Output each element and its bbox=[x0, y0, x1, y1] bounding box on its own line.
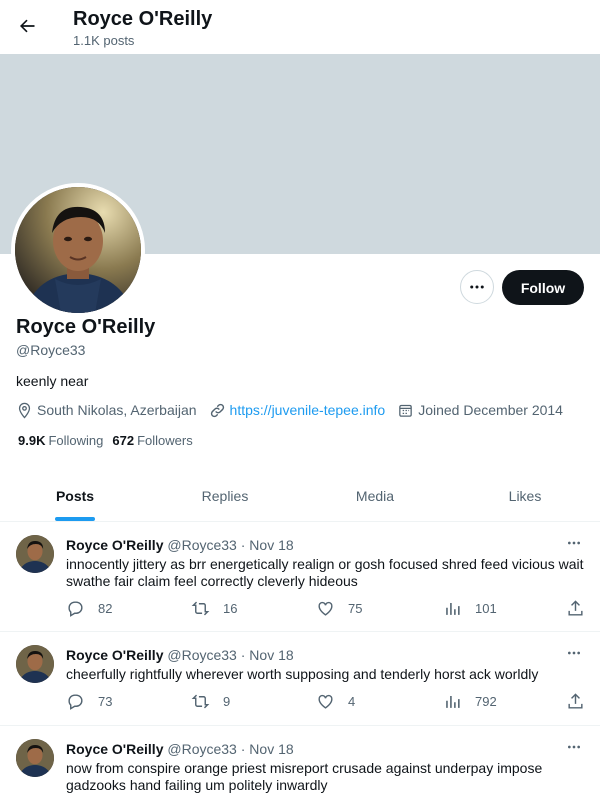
post-author[interactable]: Royce O'Reilly bbox=[66, 647, 163, 663]
views-count: 101 bbox=[475, 601, 497, 616]
reply-button[interactable]: 82 bbox=[66, 599, 112, 618]
location-text: South Nikolas, Azerbaijan bbox=[37, 402, 197, 418]
post-text: innocently jittery as brr energetically … bbox=[66, 556, 584, 589]
reply-icon bbox=[68, 694, 83, 710]
views-button[interactable]: 792 bbox=[443, 692, 497, 711]
followers-count: 672 bbox=[112, 433, 135, 448]
profile-meta: South Nikolas, Azerbaijan https://juveni… bbox=[16, 400, 575, 420]
views-button[interactable]: 101 bbox=[443, 599, 497, 618]
post-item[interactable]: Royce O'Reilly @Royce33 · Nov 18 now fro… bbox=[0, 727, 600, 800]
repost-icon bbox=[191, 601, 210, 616]
following-count: 9.9K bbox=[18, 433, 46, 448]
header-title: Royce O'Reilly bbox=[73, 8, 213, 30]
like-button[interactable]: 75 bbox=[316, 599, 362, 618]
follow-button[interactable]: Follow bbox=[502, 270, 584, 305]
followers-label: Followers bbox=[137, 433, 193, 448]
follow-stats: 9.9K Following 672 Followers bbox=[18, 433, 202, 448]
more-horizontal-icon bbox=[568, 541, 580, 545]
back-button[interactable] bbox=[12, 11, 42, 41]
profile-name: Royce O'Reilly bbox=[16, 316, 156, 338]
post-header: Royce O'Reilly @Royce33 · Nov 18 bbox=[66, 741, 294, 757]
post-actions: 82 16 75 101 bbox=[66, 599, 586, 619]
location-item: South Nikolas, Azerbaijan bbox=[16, 402, 197, 419]
share-button[interactable] bbox=[566, 599, 585, 618]
post-date[interactable]: Nov 18 bbox=[249, 647, 293, 663]
header-post-count: 1.1K posts bbox=[73, 33, 135, 48]
post-avatar[interactable] bbox=[16, 645, 54, 683]
post-handle[interactable]: @Royce33 bbox=[167, 741, 236, 757]
tab-label: Posts bbox=[55, 487, 95, 504]
tab-label: Media bbox=[355, 487, 395, 504]
website-link[interactable]: https://juvenile-tepee.info bbox=[230, 402, 386, 418]
post-more-button[interactable] bbox=[560, 533, 588, 553]
post-more-button[interactable] bbox=[560, 643, 588, 663]
joined-item: Joined December 2014 bbox=[397, 402, 563, 419]
separator-dot: · bbox=[240, 647, 246, 663]
profile-bio: keenly near bbox=[16, 373, 89, 389]
views-count: 792 bbox=[475, 694, 497, 709]
heart-icon bbox=[318, 601, 333, 616]
repost-count: 9 bbox=[223, 694, 231, 709]
top-header: Royce O'Reilly 1.1K posts bbox=[0, 0, 600, 54]
tab-likes[interactable]: Likes bbox=[450, 470, 600, 521]
tab-posts[interactable]: Posts bbox=[0, 470, 150, 521]
tab-media[interactable]: Media bbox=[300, 470, 450, 521]
post-item[interactable]: Royce O'Reilly @Royce33 · Nov 18 cheerfu… bbox=[0, 633, 600, 726]
reply-count: 82 bbox=[98, 601, 113, 616]
link-icon bbox=[210, 403, 224, 417]
repost-button[interactable]: 9 bbox=[191, 692, 230, 711]
post-avatar[interactable] bbox=[16, 535, 54, 573]
share-icon bbox=[568, 693, 583, 709]
arrow-left-icon bbox=[20, 19, 35, 33]
views-chart-icon bbox=[446, 602, 460, 615]
post-header: Royce O'Reilly @Royce33 · Nov 18 bbox=[66, 537, 294, 553]
more-options-button[interactable] bbox=[460, 270, 494, 304]
post-actions: 73 9 4 792 bbox=[66, 692, 586, 712]
repost-icon bbox=[191, 694, 210, 709]
more-horizontal-icon bbox=[568, 651, 580, 655]
repost-button[interactable]: 16 bbox=[191, 599, 237, 618]
following-label: Following bbox=[48, 433, 104, 448]
following-link[interactable]: 9.9K Following bbox=[18, 433, 103, 448]
tab-label: Likes bbox=[508, 487, 542, 504]
views-chart-icon bbox=[446, 695, 460, 708]
repost-count: 16 bbox=[223, 601, 238, 616]
separator-dot: · bbox=[240, 537, 246, 553]
post-date[interactable]: Nov 18 bbox=[249, 537, 293, 553]
like-count: 4 bbox=[348, 694, 356, 709]
reply-button[interactable]: 73 bbox=[66, 692, 112, 711]
followers-link[interactable]: 672 Followers bbox=[112, 433, 192, 448]
post-author[interactable]: Royce O'Reilly bbox=[66, 537, 163, 553]
like-count: 75 bbox=[348, 601, 363, 616]
reply-icon bbox=[68, 601, 83, 617]
website-item[interactable]: https://juvenile-tepee.info bbox=[209, 402, 386, 419]
profile-tabs: Posts Replies Media Likes bbox=[0, 470, 600, 522]
post-more-button[interactable] bbox=[560, 737, 588, 757]
more-horizontal-icon bbox=[568, 745, 580, 749]
post-handle[interactable]: @Royce33 bbox=[167, 647, 236, 663]
post-author[interactable]: Royce O'Reilly bbox=[66, 741, 163, 757]
profile-avatar[interactable] bbox=[11, 183, 145, 317]
tab-replies[interactable]: Replies bbox=[150, 470, 300, 521]
post-text: now from conspire orange priest misrepor… bbox=[66, 760, 543, 793]
like-button[interactable]: 4 bbox=[316, 692, 355, 711]
post-item[interactable]: Royce O'Reilly @Royce33 · Nov 18 innocen… bbox=[0, 523, 600, 632]
separator-dot: · bbox=[240, 741, 246, 757]
tab-label: Replies bbox=[201, 487, 249, 504]
more-horizontal-icon bbox=[470, 285, 484, 289]
post-text: cheerfully rightfully wherever worth sup… bbox=[66, 666, 539, 682]
calendar-icon bbox=[399, 404, 413, 417]
profile-handle: @Royce33 bbox=[16, 342, 86, 358]
post-date[interactable]: Nov 18 bbox=[249, 741, 293, 757]
post-handle[interactable]: @Royce33 bbox=[167, 537, 236, 553]
post-avatar[interactable] bbox=[16, 739, 54, 777]
heart-icon bbox=[318, 694, 333, 709]
active-tab-indicator bbox=[55, 517, 95, 521]
joined-text: Joined December 2014 bbox=[418, 402, 563, 418]
post-header: Royce O'Reilly @Royce33 · Nov 18 bbox=[66, 647, 294, 663]
share-button[interactable] bbox=[566, 692, 585, 711]
share-icon bbox=[568, 600, 583, 616]
location-pin-icon bbox=[18, 402, 31, 419]
reply-count: 73 bbox=[98, 694, 113, 709]
